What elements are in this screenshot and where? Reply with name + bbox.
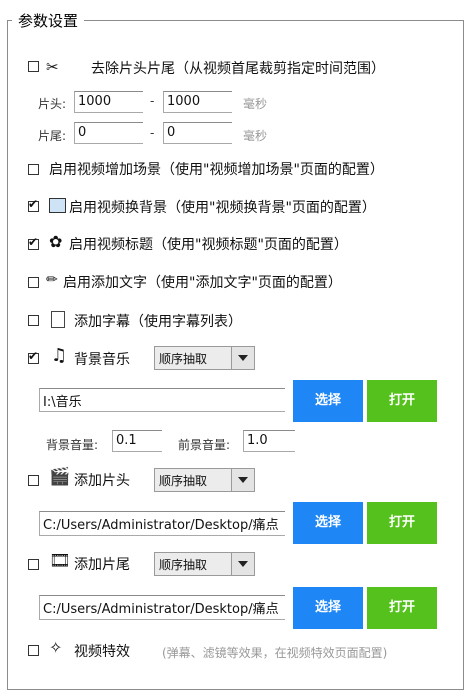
chevron-down-icon	[231, 347, 254, 369]
trim-checkbox[interactable]	[28, 61, 39, 72]
head-label: 片头:	[38, 97, 67, 111]
music-open-button[interactable]: 打开	[367, 380, 437, 422]
intro-mode-select[interactable]: 顺序抽取	[154, 468, 255, 492]
scene-label: 启用视频增加场景（使用"视频增加场景"页面的配置）	[49, 162, 384, 178]
scene-checkbox[interactable]	[28, 164, 39, 175]
music-checkbox[interactable]	[28, 349, 39, 364]
document-icon	[51, 311, 65, 328]
effects-hint: (弹幕、滤镜等效果，在视频特效页面配置)	[162, 646, 388, 660]
effects-label: 视频特效	[74, 644, 130, 660]
head-dash: -	[150, 94, 155, 108]
tail-dash: -	[150, 126, 155, 140]
text-label: 启用添加文字（使用"添加文字"页面的配置）	[63, 275, 342, 291]
picture-icon	[49, 198, 66, 213]
bg-volume-label: 背景音量:	[46, 438, 99, 452]
intro-path-input[interactable]: C:/Users/Administrator/Desktop/痛点	[39, 511, 285, 536]
music-path-input[interactable]: I:\音乐	[39, 388, 285, 412]
music-select-button[interactable]: 选择	[293, 380, 363, 422]
subtitle-label: 添加字幕（使用字幕列表）	[74, 314, 242, 330]
background-checkbox[interactable]	[28, 197, 39, 212]
puzzle-icon: ✿	[49, 232, 63, 251]
trim-label: 去除片头片尾（从视频首尾裁剪指定时间范围）	[91, 61, 385, 77]
sparkle-icon: ✧	[49, 638, 63, 657]
subtitle-checkbox[interactable]	[28, 315, 39, 326]
outro-select-button[interactable]: 选择	[293, 587, 363, 629]
outro-label: 添加片尾	[74, 557, 130, 573]
intro-mode-value: 顺序抽取	[159, 474, 208, 488]
scissors-icon: ✂	[46, 58, 59, 76]
intro-open-button[interactable]: 打开	[367, 502, 437, 544]
chevron-down-icon	[231, 553, 254, 575]
title-label: 启用视频标题（使用"视频标题"页面的配置）	[69, 237, 348, 253]
head-to-input[interactable]: 1000	[163, 91, 232, 113]
tail-unit: 毫秒	[243, 129, 268, 143]
head-from-input[interactable]: 1000	[74, 91, 143, 113]
tail-to-input[interactable]: 0	[163, 122, 232, 144]
fg-volume-label: 前景音量:	[178, 438, 231, 452]
music-note-icon: ♫	[51, 345, 68, 366]
outro-mode-select[interactable]: 顺序抽取	[154, 552, 255, 576]
title-checkbox[interactable]	[28, 235, 39, 250]
film-reel-icon: 🎞	[49, 551, 71, 571]
music-mode-value: 顺序抽取	[159, 352, 208, 366]
group-title: 参数设置	[12, 10, 85, 31]
music-label: 背景音乐	[74, 352, 130, 368]
chevron-down-icon	[231, 469, 254, 491]
head-unit: 毫秒	[243, 97, 268, 111]
outro-mode-value: 顺序抽取	[159, 558, 208, 572]
tail-from-input[interactable]: 0	[74, 122, 143, 144]
text-checkbox[interactable]	[28, 277, 39, 288]
intro-checkbox[interactable]	[28, 475, 39, 486]
outro-checkbox[interactable]	[28, 559, 39, 570]
background-label: 启用视频换背景（使用"视频换背景"页面的配置）	[69, 200, 376, 216]
tail-label: 片尾:	[38, 129, 67, 143]
intro-label: 添加片头	[74, 473, 130, 489]
clapperboard-icon: 🎬	[49, 467, 71, 487]
fg-volume-input[interactable]: 1.0	[243, 430, 295, 452]
music-mode-select[interactable]: 顺序抽取	[154, 346, 255, 370]
outro-path-input[interactable]: C:/Users/Administrator/Desktop/痛点	[39, 595, 285, 620]
effects-checkbox[interactable]	[28, 645, 39, 656]
bg-volume-input[interactable]: 0.1	[112, 430, 162, 452]
pencil-icon: ✏	[46, 272, 58, 288]
outro-open-button[interactable]: 打开	[367, 587, 437, 629]
intro-select-button[interactable]: 选择	[293, 502, 363, 544]
